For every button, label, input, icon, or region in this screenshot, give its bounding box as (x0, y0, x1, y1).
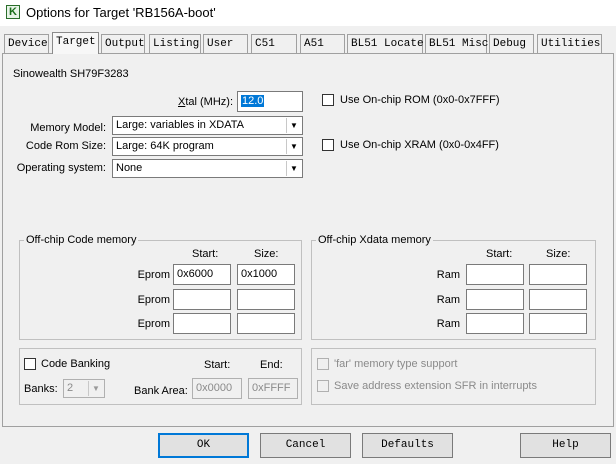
eprom-label: Eprom (137, 269, 170, 281)
window-title: Options for Target 'RB156A-boot' (26, 5, 216, 20)
bank-start-header: Start: (204, 359, 231, 371)
chevron-down-icon[interactable]: ▼ (286, 139, 301, 154)
code-rom-size-select[interactable]: Large: 64K program ▼ (112, 137, 303, 156)
eprom-size-input[interactable]: 0x1000 (237, 264, 295, 285)
eprom-size-input[interactable] (237, 289, 295, 310)
bank-area-label: Bank Area: (134, 385, 188, 397)
keil-icon: K (6, 5, 20, 19)
bank-end-header: End: (260, 359, 283, 371)
ram-size-input[interactable] (529, 313, 587, 334)
onchip-rom-label: Use On-chip ROM (0x0-0x7FFF) (340, 94, 500, 106)
far-memory-label: 'far' memory type support (334, 358, 458, 370)
ram-start-input[interactable] (466, 313, 524, 334)
bank-area-start-input[interactable]: 0x0000 (192, 378, 242, 399)
code-memory-title: Off-chip Code memory (24, 234, 139, 246)
chevron-down-icon[interactable]: ▼ (88, 381, 103, 396)
tab-debug[interactable]: Debug (489, 34, 534, 53)
code-banking-label: Code Banking (41, 358, 111, 370)
eprom-start-input[interactable] (173, 289, 231, 310)
tab-output[interactable]: Output (101, 34, 145, 53)
onchip-xram-label: Use On-chip XRAM (0x0-0x4FF) (340, 139, 499, 151)
eprom-label: Eprom (137, 294, 170, 306)
tab-target[interactable]: Target (52, 32, 99, 54)
tab-c51[interactable]: C51 (251, 34, 297, 53)
onchip-rom-checkbox[interactable] (322, 94, 334, 106)
help-button[interactable]: Help (520, 433, 611, 458)
operating-system-label: Operating system: (16, 162, 106, 174)
chevron-down-icon[interactable]: ▼ (286, 118, 301, 133)
tab-a51[interactable]: A51 (300, 34, 345, 53)
code-banking-checkbox[interactable] (24, 358, 36, 370)
far-memory-checkbox[interactable] (317, 358, 329, 370)
tab-device[interactable]: Device (4, 34, 49, 53)
tab-listing[interactable]: Listing (149, 34, 201, 53)
tab-utilities[interactable]: Utilities (537, 34, 602, 53)
xtal-label: Xtal (MHz): (178, 96, 234, 108)
tab-bl51-locate[interactable]: BL51 Locate (347, 34, 424, 53)
xdata-size-header: Size: (546, 248, 571, 260)
far-memory-group (311, 348, 596, 405)
bank-area-end-input[interactable]: 0xFFFF (248, 378, 298, 399)
save-sfr-label: Save address extension SFR in interrupts (334, 380, 537, 392)
onchip-xram-checkbox[interactable] (322, 139, 334, 151)
ram-label: Ram (436, 269, 460, 281)
banks-label: Banks: (24, 383, 58, 395)
eprom-size-input[interactable] (237, 313, 295, 334)
eprom-start-input[interactable] (173, 313, 231, 334)
defaults-button[interactable]: Defaults (362, 433, 453, 458)
code-start-header: Start: (192, 248, 219, 260)
banks-select[interactable]: 2 ▼ (63, 379, 105, 398)
cancel-button[interactable]: Cancel (260, 433, 351, 458)
tab-user[interactable]: User (203, 34, 248, 53)
ram-size-input[interactable] (529, 264, 587, 285)
save-sfr-checkbox[interactable] (317, 380, 329, 392)
ram-label: Ram (436, 294, 460, 306)
ram-size-input[interactable] (529, 289, 587, 310)
operating-system-select[interactable]: None ▼ (112, 159, 303, 178)
xdata-start-header: Start: (486, 248, 513, 260)
ok-button[interactable]: OK (158, 433, 249, 458)
memory-model-label: Memory Model: (30, 122, 106, 134)
memory-model-select[interactable]: Large: variables in XDATA ▼ (112, 116, 303, 135)
ram-label: Ram (436, 318, 460, 330)
code-rom-size-label: Code Rom Size: (25, 140, 106, 152)
eprom-start-input[interactable]: 0x6000 (173, 264, 231, 285)
ram-start-input[interactable] (466, 264, 524, 285)
device-name: Sinowealth SH79F3283 (13, 68, 129, 80)
chevron-down-icon[interactable]: ▼ (286, 161, 301, 176)
code-size-header: Size: (254, 248, 279, 260)
ram-start-input[interactable] (466, 289, 524, 310)
eprom-label: Eprom (137, 318, 170, 330)
tab-bl51-misc[interactable]: BL51 Misc (425, 34, 488, 53)
xtal-input[interactable]: 12.0 (237, 91, 303, 112)
xdata-memory-title: Off-chip Xdata memory (316, 234, 433, 246)
